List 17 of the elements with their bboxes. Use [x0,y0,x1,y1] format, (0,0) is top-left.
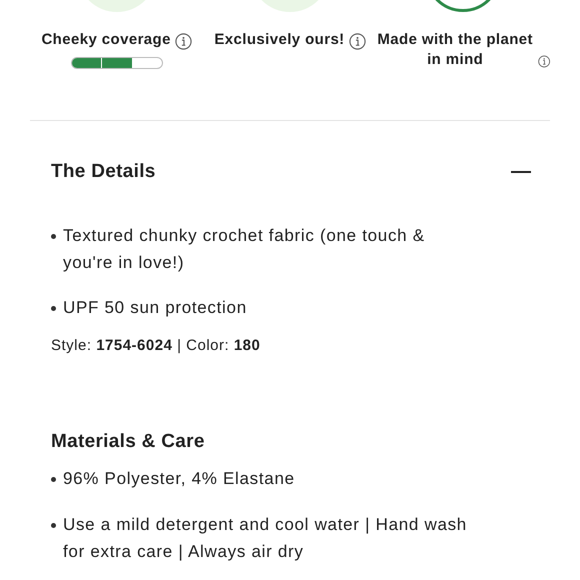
bullet-icon [51,477,56,482]
bullet-text: Textured chunky crochet fabric (one touch & you're in love!) [63,225,426,274]
feature-label: Cheeky coverage [41,30,171,50]
info-icon[interactable] [538,53,550,70]
bullet-icon [51,234,56,239]
bullet-icon [51,306,56,311]
style-info: Style: 1754-6024 | Color: 180 [51,337,262,354]
bullet-icon [51,523,56,528]
feature-label: Exclusively ours! [214,30,345,50]
section-title: Materials & Care [51,431,205,453]
bullet-text: UPF 50 sun protection [63,297,247,319]
section-title: The Details [51,161,156,183]
info-icon[interactable] [174,33,192,50]
info-icon[interactable] [348,33,366,50]
feature-label: Made with the planet in mind [376,30,534,70]
bullet-text: 96% Polyester, 4% Elastane [63,468,295,490]
bullet-text: Use a mild detergent and cool water | Hand wash for extra care | Always air dry [63,514,468,563]
